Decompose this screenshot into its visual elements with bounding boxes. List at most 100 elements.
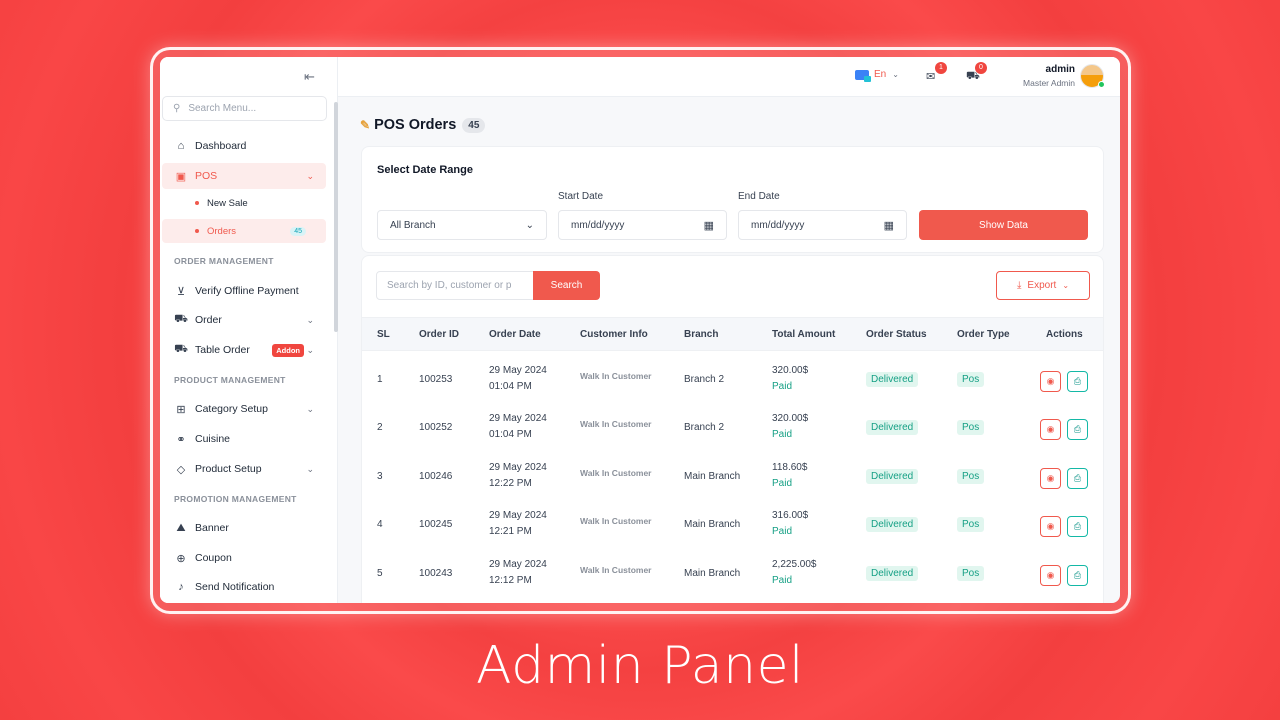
print-icon[interactable]: ⎙ bbox=[1067, 565, 1088, 586]
cell-order-id[interactable]: 100246 bbox=[419, 471, 452, 482]
chevron-down-icon: ⌄ bbox=[306, 314, 314, 325]
tag-icon: ◇ bbox=[176, 463, 186, 476]
chevron-down-icon: ⌄ bbox=[892, 70, 899, 79]
print-icon[interactable]: ⎙ bbox=[1067, 371, 1088, 392]
avatar[interactable] bbox=[1080, 64, 1105, 88]
cell-payment-status: Paid bbox=[772, 478, 793, 489]
column-header: Total Amount bbox=[772, 329, 836, 340]
sidebar-subitem-new-sale[interactable]: New Sale bbox=[162, 191, 326, 215]
order-type-badge: Pos bbox=[957, 372, 985, 387]
section-product-management: PRODUCT MANAGEMENT bbox=[174, 375, 286, 385]
column-header: Order Status bbox=[866, 329, 927, 340]
calendar-icon[interactable]: ▦ bbox=[884, 219, 894, 232]
cell-customer: Walk In Customer bbox=[580, 419, 652, 429]
sidebar-item-table-order[interactable]: ⛟ Table Order Addon ⌄ bbox=[162, 337, 326, 363]
cell-branch: Main Branch bbox=[684, 568, 741, 579]
show-data-button[interactable]: Show Data bbox=[919, 210, 1088, 240]
calendar-icon[interactable]: ▦ bbox=[704, 219, 714, 232]
basket-icon: ⊻ bbox=[176, 285, 186, 298]
bullet-icon bbox=[195, 229, 199, 233]
online-status-icon bbox=[1098, 81, 1105, 88]
cell-order-id[interactable]: 100252 bbox=[419, 422, 452, 433]
search-icon: ⚲ bbox=[173, 103, 181, 114]
column-header: Order Date bbox=[489, 329, 541, 340]
cell-order-time: 01:04 PM bbox=[489, 381, 532, 392]
cell-order-date: 29 May 2024 bbox=[489, 413, 547, 424]
cell-payment-status: Paid bbox=[772, 381, 793, 392]
table-row: 5 100243 29 May 2024 12:12 PM Walk In Cu… bbox=[362, 551, 1103, 599]
sidebar-subitem-orders[interactable]: Orders 45 bbox=[162, 219, 326, 243]
sidebar-item-dashboard[interactable]: ⌂ Dashboard bbox=[162, 133, 326, 159]
hierarchy-icon: ⊞ bbox=[176, 403, 186, 416]
sidebar-item-banner[interactable]: ⛰ Banner bbox=[162, 515, 326, 541]
search-button[interactable]: Search bbox=[533, 271, 600, 300]
sidebar-item-cuisine[interactable]: ⚭ Cuisine bbox=[162, 426, 326, 452]
cell-branch: Main Branch bbox=[684, 519, 741, 530]
sidebar-item-verify-offline-payment[interactable]: ⊻ Verify Offline Payment bbox=[162, 278, 326, 304]
cell-payment-status: Paid bbox=[772, 526, 793, 537]
print-icon[interactable]: ⎙ bbox=[1067, 419, 1088, 440]
view-icon[interactable]: ◉ bbox=[1040, 371, 1061, 392]
message-count-badge: 1 bbox=[935, 62, 947, 74]
sidebar-item-pos[interactable]: ▣ POS ⌄ bbox=[162, 163, 326, 189]
view-icon[interactable]: ◉ bbox=[1040, 468, 1061, 489]
print-icon[interactable]: ⎙ bbox=[1067, 516, 1088, 537]
branch-select[interactable]: All Branch ⌄ bbox=[377, 210, 547, 240]
collapse-sidebar-icon[interactable]: ⇤ bbox=[304, 69, 315, 85]
order-type-badge: Pos bbox=[957, 420, 985, 435]
view-icon[interactable]: ◉ bbox=[1040, 565, 1061, 586]
cell-order-date: 29 May 2024 bbox=[489, 365, 547, 376]
start-date-label: Start Date bbox=[558, 191, 604, 202]
cell-amount: 118.60$ bbox=[772, 462, 808, 473]
view-icon[interactable]: ◉ bbox=[1040, 516, 1061, 537]
cell-order-time: 01:04 PM bbox=[489, 429, 532, 440]
table-row: 4 100245 29 May 2024 12:21 PM Walk In Cu… bbox=[362, 502, 1103, 550]
page-title: ✎ POS Orders 45 bbox=[360, 117, 486, 133]
table-search-input[interactable]: Search by ID, customer or p bbox=[376, 271, 534, 300]
cart-icon: ⛟ bbox=[174, 313, 188, 325]
home-icon: ⌂ bbox=[177, 140, 185, 152]
cell-order-id[interactable]: 100245 bbox=[419, 519, 452, 530]
gift-icon: ⊕ bbox=[176, 552, 186, 565]
sidebar-item-coupon[interactable]: ⊕ Coupon bbox=[162, 545, 326, 571]
view-icon[interactable]: ◉ bbox=[1040, 419, 1061, 440]
sidebar-item-category-setup[interactable]: ⊞ Category Setup ⌄ bbox=[162, 396, 326, 422]
chevron-down-icon: ⌄ bbox=[306, 170, 314, 181]
language-selector[interactable]: En ⌄ bbox=[855, 69, 899, 82]
cell-order-id[interactable]: 100253 bbox=[419, 374, 452, 385]
cell-amount: 320.00$ bbox=[772, 413, 809, 424]
sidebar: ⇤ ⚲ Search Menu... ⌂ Dashboard ▣ POS ⌄ N… bbox=[160, 57, 338, 603]
cell-sl: 2 bbox=[377, 422, 383, 433]
cell-customer: Walk In Customer bbox=[580, 371, 652, 381]
sidebar-scrollbar[interactable] bbox=[334, 102, 338, 332]
cell-order-date: 29 May 2024 bbox=[489, 510, 547, 521]
user-name: admin bbox=[1045, 64, 1075, 75]
notepad-icon: ✎ bbox=[360, 118, 371, 132]
bullet-icon bbox=[195, 201, 199, 205]
start-date-input[interactable]: mm/dd/yyyy ▦ bbox=[558, 210, 727, 240]
section-order-management: ORDER MANAGEMENT bbox=[174, 256, 274, 266]
cell-sl: 1 bbox=[377, 374, 383, 385]
sidebar-item-send-notification[interactable]: ♪ Send Notification bbox=[162, 574, 326, 600]
cell-customer: Walk In Customer bbox=[580, 468, 652, 478]
status-badge: Delivered bbox=[866, 372, 919, 387]
orders-count-badge: 45 bbox=[290, 226, 306, 236]
sidebar-item-order[interactable]: ⛟ Order ⌄ bbox=[162, 307, 326, 333]
message-icon[interactable]: ✉ bbox=[926, 70, 935, 83]
order-type-badge: Pos bbox=[957, 517, 985, 532]
link-icon: ⚭ bbox=[176, 433, 186, 446]
sidebar-item-product-setup[interactable]: ◇ Product Setup ⌄ bbox=[162, 456, 326, 482]
status-badge: Delivered bbox=[866, 566, 919, 581]
chevron-down-icon: ⌄ bbox=[306, 463, 314, 474]
cart-icon: ⛟ bbox=[174, 343, 188, 355]
cell-amount: 320.00$ bbox=[772, 365, 809, 376]
status-badge: Delivered bbox=[866, 469, 919, 484]
cell-customer: Walk In Customer bbox=[580, 565, 652, 575]
export-button[interactable]: ⤓ Export ⌄ bbox=[996, 271, 1090, 300]
end-date-input[interactable]: mm/dd/yyyy ▦ bbox=[738, 210, 907, 240]
sidebar-search-input[interactable]: ⚲ Search Menu... bbox=[162, 96, 327, 121]
cell-branch: Branch 2 bbox=[684, 422, 725, 433]
cell-order-id[interactable]: 100243 bbox=[419, 568, 452, 579]
print-icon[interactable]: ⎙ bbox=[1067, 468, 1088, 489]
cell-order-date: 29 May 2024 bbox=[489, 462, 547, 473]
